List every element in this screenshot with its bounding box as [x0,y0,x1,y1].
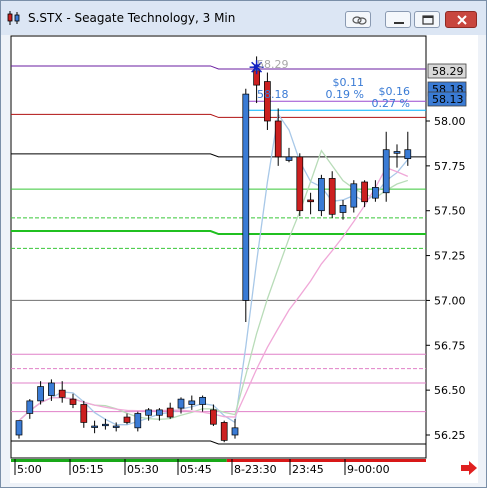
time-segment-bar [11,459,227,462]
scroll-right-arrow-icon[interactable] [459,459,479,477]
x-axis-label: 23:45 [292,463,324,476]
title-bar[interactable]: S.STX - Seagate Technology, 3 Min [1,1,486,35]
candle-body [361,181,368,203]
candle-body [91,425,98,428]
restore-button[interactable] [414,11,440,28]
candle-body [177,398,185,409]
candle-body [26,400,34,414]
candlestick-chart[interactable]: 58.2958.18$0.110.19 % $0.160.27 % 58.0057… [10,35,478,483]
candle-body [210,409,217,425]
candle-body [134,413,142,429]
candle-body [296,156,304,212]
y-axis-label: 57.50 [434,205,466,218]
candle-body [231,427,239,436]
change-percent-label: 0.27 % [372,97,410,110]
y-axis-label: 57.25 [434,250,466,263]
change-percent-label: 0.19 % [326,88,364,101]
price-badge-value: 58.29 [432,65,464,78]
close-icon [457,15,467,25]
candle-body [350,183,358,208]
link-button[interactable] [345,11,371,28]
chart-area[interactable]: 58.29 58.18 $0.11 0.19 % $0.16 0.27 % 58.00 57… [10,35,478,483]
close-button[interactable] [445,11,477,28]
candle-body [382,149,390,194]
x-axis-label: 05:30 [127,463,159,476]
candle-body [69,398,77,405]
candle [296,153,304,217]
level-price-label: 58.18 [257,88,289,101]
candle-body [156,409,163,416]
candle-body [242,93,250,301]
candle-body [188,400,196,405]
chart-window: S.STX - Seagate Technology, 3 Min 58.29 … [0,0,487,488]
candle-body [318,178,325,212]
candle-body [339,204,347,213]
chart-app-icon [7,11,20,25]
candle-body [58,389,66,398]
candle-body [285,156,293,161]
window-title: S.STX - Seagate Technology, 3 Min [28,11,236,25]
candle-body [393,151,401,154]
candle-body [145,409,152,416]
candle-body [372,187,379,199]
candle [328,171,336,218]
price-badge: 58.13 [427,91,467,107]
y-axis-label: 57.00 [434,294,466,307]
price-badge-value: 58.13 [432,93,464,106]
candle-body [199,396,206,405]
candle-body [404,149,412,160]
candle-body [166,407,174,418]
candle-body [37,386,44,402]
candle-body [80,404,88,423]
candle-body [220,422,228,441]
x-axis-label: 9-00:00 [347,463,390,476]
candle [318,174,325,217]
y-axis-label: 58.00 [434,115,466,128]
candle-body [48,382,55,396]
candle [220,420,228,443]
y-axis-label: 57.75 [434,160,466,173]
candle-body [328,178,336,215]
y-axis-label: 56.25 [434,429,466,442]
candle-body [15,420,23,436]
candle [242,88,250,322]
y-axis-label: 56.50 [434,384,466,397]
price-badge: 58.29 [427,63,467,79]
restore-icon [422,15,434,25]
minimize-icon [394,22,404,24]
candle-body [307,199,314,203]
y-axis-label: 56.75 [434,339,466,352]
time-segment-bar [226,459,426,462]
x-axis-label: 05:15 [72,463,104,476]
x-axis-label: 5:00 [17,463,42,476]
x-axis-label: 05:45 [180,463,212,476]
candle-body [274,120,282,158]
candle-body [102,423,109,427]
x-axis-label: 8-23:30 [234,463,277,476]
high-price-label: 58.29 [257,58,289,71]
link-icon [352,16,367,25]
candle-body [123,416,131,423]
minimize-button[interactable] [385,11,411,28]
candle-body [112,425,120,428]
